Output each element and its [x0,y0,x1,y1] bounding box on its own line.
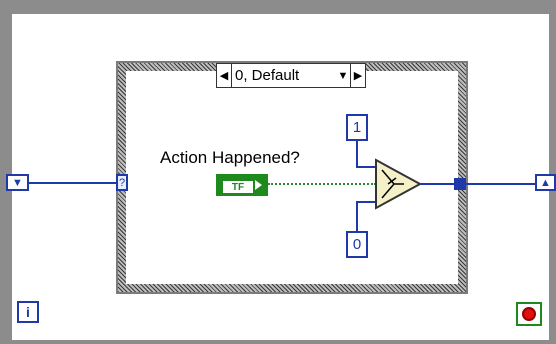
iteration-terminal[interactable]: i [17,301,39,323]
true-constant[interactable]: 1 [346,114,368,141]
while-loop-frame-left[interactable] [0,0,12,344]
selector-terminal-glyph: ? [118,176,126,189]
false-constant-value: 0 [352,236,362,253]
case-label[interactable]: 0, Default [232,67,336,84]
left-shift-register[interactable]: ▼ [6,174,29,191]
case-selector-terminal[interactable]: ? [116,174,128,191]
select-function-icon[interactable] [374,158,424,210]
decrement-case-button[interactable]: ◀ [217,64,231,87]
stop-terminal[interactable] [516,302,542,326]
while-loop-frame-top[interactable] [0,0,556,14]
while-loop-frame-right[interactable] [549,0,556,344]
wire-true-vertical[interactable] [356,141,358,167]
right-shift-register[interactable]: ▲ [535,174,556,191]
wire-select-output[interactable] [420,183,456,185]
wire-to-shift-register[interactable] [466,183,536,185]
output-tunnel[interactable] [454,178,466,190]
shift-register-down-icon: ▼ [12,176,23,189]
boolean-type-label: TF [221,179,255,195]
wire-boolean[interactable] [268,183,376,185]
wire-input[interactable] [29,182,116,184]
wire-false-vertical[interactable] [356,202,358,231]
false-constant[interactable]: 0 [346,231,368,258]
chevron-down-icon[interactable]: ▼ [336,64,350,87]
increment-case-button[interactable]: ▶ [351,64,365,87]
while-loop-frame-bottom[interactable] [0,340,556,344]
stop-icon [522,307,536,321]
block-diagram: ▼ ▲ ◀ 0, Default ▼ ▶ ? Action Happened? … [0,0,556,344]
boolean-control-label: Action Happened? [160,148,300,167]
true-constant-value: 1 [352,119,362,136]
iteration-terminal-label: i [26,304,30,320]
boolean-control-terminal[interactable]: TF [216,174,268,196]
shift-register-up-icon: ▲ [540,176,551,189]
output-arrow-icon [255,180,262,190]
case-selector-label[interactable]: ◀ 0, Default ▼ ▶ [216,63,366,88]
